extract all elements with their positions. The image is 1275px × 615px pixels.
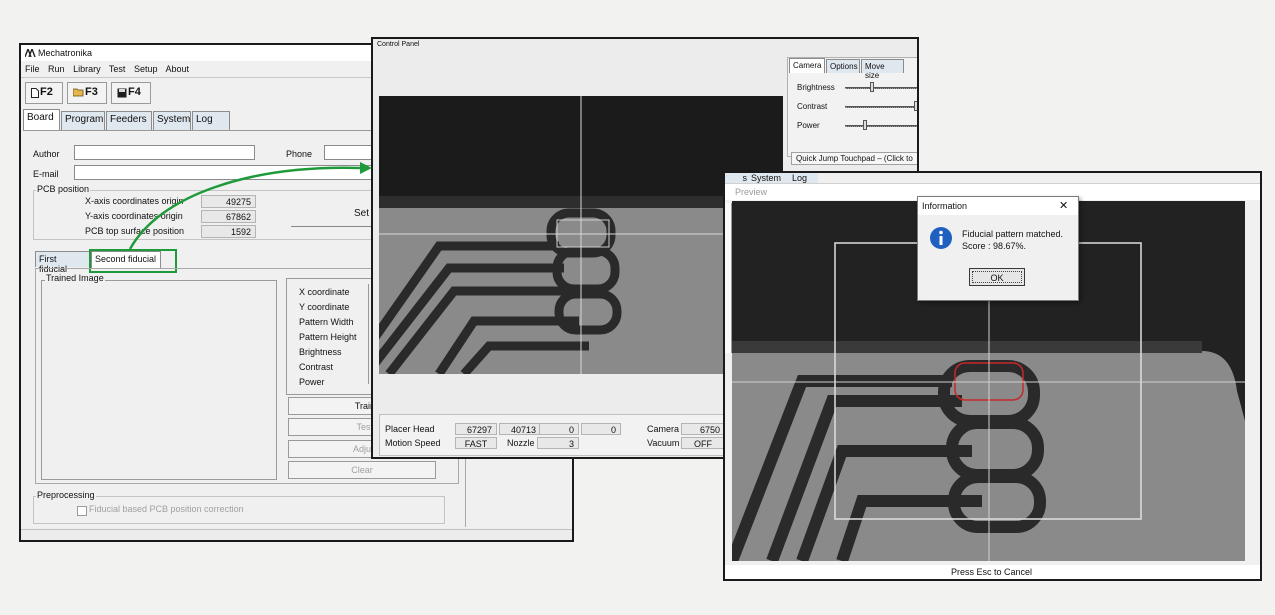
close-icon[interactable]: ✕ xyxy=(1059,199,1068,212)
placer-head-x: 67297 xyxy=(455,423,497,435)
motion-speed-value: FAST xyxy=(455,437,497,449)
menu-test[interactable]: Test xyxy=(109,64,126,74)
nozzle-label: Nozzle xyxy=(507,438,535,448)
window-title: Mechatronika xyxy=(38,48,93,58)
app-logo-icon xyxy=(25,49,36,57)
new-document-icon xyxy=(31,88,39,98)
save-disk-icon xyxy=(117,88,127,98)
camera-label: Camera xyxy=(647,424,680,434)
tab-log[interactable]: Log xyxy=(192,111,230,131)
param-labels: X coordinate Y coordinate Pattern Width … xyxy=(299,285,357,390)
info-title-bar: Information ✕ xyxy=(918,197,1078,215)
slider-thumb-power[interactable] xyxy=(863,120,867,130)
press-esc-label: Press Esc to Cancel xyxy=(951,567,1033,577)
motion-speed-label: Motion Speed xyxy=(385,438,441,448)
slider-thumb-contrast[interactable] xyxy=(914,101,917,111)
quick-jump-bar[interactable]: Quick Jump Touchpad – (Click to xyxy=(791,152,917,165)
control-panel-title: Control Panel xyxy=(377,41,420,48)
annotation-arrow xyxy=(128,162,372,250)
info-title: Information xyxy=(922,201,968,211)
param-contrast: Contrast xyxy=(299,362,334,372)
menu-run[interactable]: Run xyxy=(48,64,65,74)
placer-head-y: 40713 xyxy=(499,423,541,435)
slider-track-contrast[interactable] xyxy=(845,106,917,108)
tab-first-fiducial[interactable]: First fiducial xyxy=(35,251,90,274)
new-button[interactable]: F2 xyxy=(25,82,63,104)
param-y-coordinate: Y coordinate xyxy=(299,302,350,312)
vacuum-label: Vacuum xyxy=(647,438,680,448)
info-message-line1: Fiducial pattern matched. xyxy=(962,229,1064,239)
nozzle-value: 3 xyxy=(537,437,579,449)
arrow-head-icon xyxy=(360,162,372,174)
menu-library[interactable]: Library xyxy=(73,64,101,74)
slider-label-brightness: Brightness xyxy=(797,83,835,92)
tab-system[interactable]: System xyxy=(153,111,191,131)
slider-label-contrast: Contrast xyxy=(797,102,828,111)
info-icon xyxy=(930,227,952,249)
menu-setup[interactable]: Setup xyxy=(134,64,158,74)
email-label: E-mail xyxy=(33,169,59,179)
information-dialog: Information ✕ Fiducial pattern matched. … xyxy=(917,196,1079,301)
param-power: Power xyxy=(299,377,325,387)
tab-options[interactable]: Options xyxy=(826,59,860,73)
tab-camera[interactable]: Camera xyxy=(789,58,825,73)
clear-button[interactable]: Clear xyxy=(288,461,436,479)
new-button-label: F2 xyxy=(40,86,53,98)
slider-track-brightness[interactable] xyxy=(845,87,917,89)
param-x-coordinate: X coordinate xyxy=(299,287,350,297)
preview-footer: Press Esc to Cancel xyxy=(725,565,1260,579)
camera-value: 6750 xyxy=(681,423,725,435)
trained-image-box xyxy=(41,280,277,480)
slider-track-power[interactable] xyxy=(845,125,917,127)
preview-title: Preview xyxy=(735,187,768,197)
slider-thumb-brightness[interactable] xyxy=(870,82,874,92)
trained-image-title: Trained Image xyxy=(45,273,105,283)
fiducial-correction-checkbox[interactable] xyxy=(77,506,87,516)
menu-bar: File Run Library Test Setup About xyxy=(25,64,189,74)
behind-controls xyxy=(725,203,732,353)
save-button-label: F4 xyxy=(128,86,141,98)
tab-program[interactable]: Program xyxy=(61,111,105,131)
menu-about[interactable]: About xyxy=(166,64,190,74)
pcb-position-title: PCB position xyxy=(36,184,91,194)
open-button-label: F3 xyxy=(85,86,98,98)
tab-move-size[interactable]: Move size xyxy=(861,59,904,80)
param-pattern-width: Pattern Width xyxy=(299,317,354,327)
save-button[interactable]: F4 xyxy=(111,82,151,104)
info-message-line2: Score : 98.67%. xyxy=(962,241,1027,251)
tab-feeders[interactable]: Feeders xyxy=(106,111,152,131)
param-pattern-height: Pattern Height xyxy=(299,332,357,342)
fiducial-correction-label: Fiducial based PCB position correction xyxy=(89,504,244,514)
open-folder-icon xyxy=(73,88,84,97)
author-label: Author xyxy=(33,149,60,159)
placer-head-z: 0 xyxy=(539,423,579,435)
placer-head-r: 0 xyxy=(581,423,621,435)
placer-head-label: Placer Head xyxy=(385,424,435,434)
preprocessing-title: Preprocessing xyxy=(36,490,96,500)
slider-label-power: Power xyxy=(797,121,820,130)
param-brightness: Brightness xyxy=(299,347,342,357)
vacuum-value: OFF xyxy=(681,437,725,449)
open-button[interactable]: F3 xyxy=(67,82,107,104)
status-bar xyxy=(21,529,572,540)
tab-board[interactable]: Board xyxy=(23,109,60,131)
menu-file[interactable]: File xyxy=(25,64,40,74)
ok-button[interactable]: OK xyxy=(969,268,1025,286)
